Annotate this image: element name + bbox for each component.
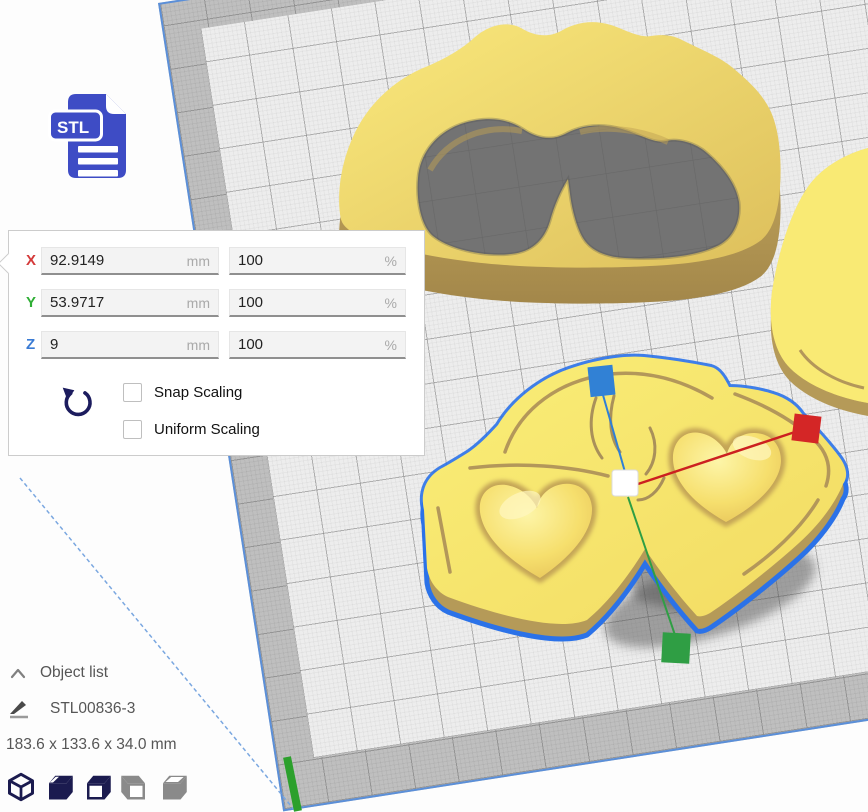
view-left-button[interactable] (120, 772, 150, 802)
uniform-scaling-checkbox[interactable] (123, 420, 142, 439)
cube-3d-icon (6, 772, 36, 802)
gizmo-handle-center[interactable] (612, 470, 638, 496)
cube-left-icon (120, 772, 150, 802)
scale-row-z: Z mm % (9, 331, 424, 359)
scale-row-x: X mm % (9, 247, 424, 275)
view-front-button[interactable] (44, 772, 74, 802)
gizmo-handle-y[interactable] (661, 632, 691, 663)
cube-front-icon (44, 772, 74, 802)
object-dimensions: 183.6 x 133.6 x 34.0 mm (6, 736, 177, 754)
snap-scaling-row: Snap Scaling (123, 382, 242, 402)
scale-x-mm-input[interactable] (42, 248, 218, 273)
axis-z-label: Z (26, 336, 35, 353)
scale-z-percent-input[interactable] (230, 332, 405, 357)
solid-mesh-icon (8, 698, 30, 720)
gizmo-handle-x[interactable] (791, 414, 821, 444)
stl-file-icon: STL (48, 86, 140, 191)
object-list-title: Object list (40, 664, 108, 682)
view-preset-toolbar (6, 772, 188, 802)
snap-scaling-checkbox[interactable] (123, 383, 142, 402)
view-3d-button[interactable] (6, 772, 36, 802)
axis-x-label: X (26, 252, 36, 269)
uniform-scaling-label: Uniform Scaling (154, 421, 260, 438)
axis-y-label: Y (26, 294, 36, 311)
chevron-up-icon (10, 667, 26, 679)
object-name: STL00836-3 (50, 700, 135, 718)
cube-top-icon (82, 772, 112, 802)
view-right-button[interactable] (158, 772, 188, 802)
scale-y-mm-input[interactable] (42, 290, 218, 315)
snap-scaling-label: Snap Scaling (154, 384, 242, 401)
uniform-scaling-row: Uniform Scaling (123, 419, 260, 439)
reset-scale-button[interactable] (59, 386, 95, 422)
cube-right-icon (158, 772, 188, 802)
scale-z-mm-input[interactable] (42, 332, 218, 357)
object-list-item[interactable]: STL00836-3 (8, 698, 135, 720)
scale-tool-panel: X mm % Y mm % Z mm % (8, 230, 425, 456)
stl-badge-label: STL (57, 118, 89, 137)
scale-y-percent-input[interactable] (230, 290, 405, 315)
reset-rotate-icon (59, 386, 95, 422)
scale-x-percent-input[interactable] (230, 248, 405, 273)
gizmo-handle-z[interactable] (587, 365, 615, 397)
view-top-button[interactable] (82, 772, 112, 802)
object-list-header[interactable]: Object list (10, 664, 108, 682)
scale-row-y: Y mm % (9, 289, 424, 317)
